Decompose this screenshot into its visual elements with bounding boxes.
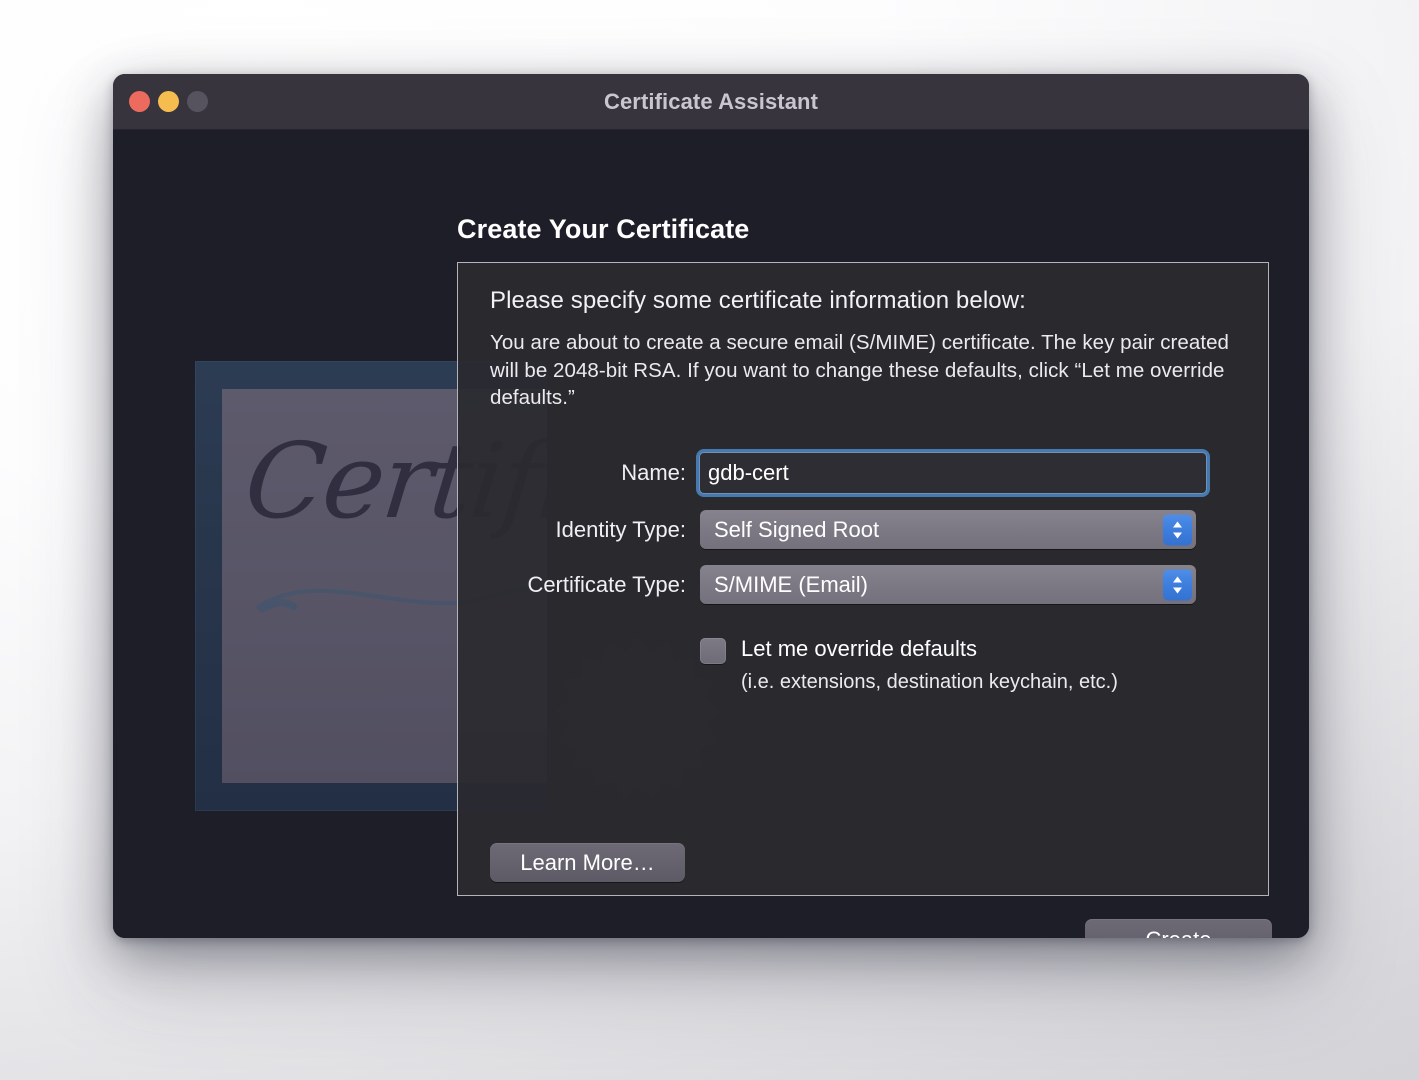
identity-type-field-row: Identity Type: Self Signed Root <box>482 510 1196 549</box>
override-defaults-row[interactable]: Let me override defaults (i.e. extension… <box>700 635 1118 696</box>
override-defaults-checkbox[interactable] <box>700 638 726 664</box>
learn-more-button[interactable]: Learn More… <box>490 843 685 882</box>
window-title: Certificate Assistant <box>603 89 819 114</box>
identity-type-select[interactable]: Self Signed Root <box>700 510 1196 549</box>
certificate-type-select[interactable]: S/MIME (Email) <box>700 565 1196 604</box>
name-field-row: Name: <box>482 453 1206 493</box>
identity-type-label: Identity Type: <box>555 516 686 542</box>
traffic-light-group <box>129 74 208 129</box>
panel-description: You are about to create a secure email (… <box>490 331 1229 409</box>
certificate-type-label: Certificate Type: <box>527 571 686 597</box>
name-field-label: Name: <box>621 460 686 485</box>
identity-type-value: Self Signed Root <box>714 516 880 542</box>
certificate-info-panel: Please specify some certificate informat… <box>457 262 1269 896</box>
close-window-button[interactable] <box>129 91 150 112</box>
window-titlebar[interactable]: Certificate Assistant <box>113 74 1309 130</box>
window-body: Certificate Create Your Certificate Plea… <box>113 130 1309 938</box>
certificate-type-field-row: Certificate Type: S/MIME (Email) <box>482 565 1196 604</box>
panel-heading: Please specify some certificate informat… <box>490 287 1026 314</box>
page-title: Create Your Certificate <box>457 214 750 244</box>
minimize-window-button[interactable] <box>158 91 179 112</box>
zoom-window-button[interactable] <box>187 91 208 112</box>
override-defaults-text-group: Let me override defaults (i.e. extension… <box>726 635 1118 696</box>
name-input[interactable] <box>700 453 1206 493</box>
chevron-up-down-icon[interactable] <box>1163 514 1192 545</box>
chevron-up-down-icon[interactable] <box>1163 569 1192 600</box>
certificate-assistant-window: Certificate Assistant Certificate Create… <box>113 74 1309 938</box>
certificate-type-value: S/MIME (Email) <box>714 571 868 597</box>
create-button[interactable]: Create <box>1085 919 1272 938</box>
override-defaults-sublabel: (i.e. extensions, destination keychain, … <box>741 671 1118 693</box>
name-input-wrapper[interactable] <box>700 453 1206 493</box>
override-defaults-label: Let me override defaults <box>741 636 978 661</box>
